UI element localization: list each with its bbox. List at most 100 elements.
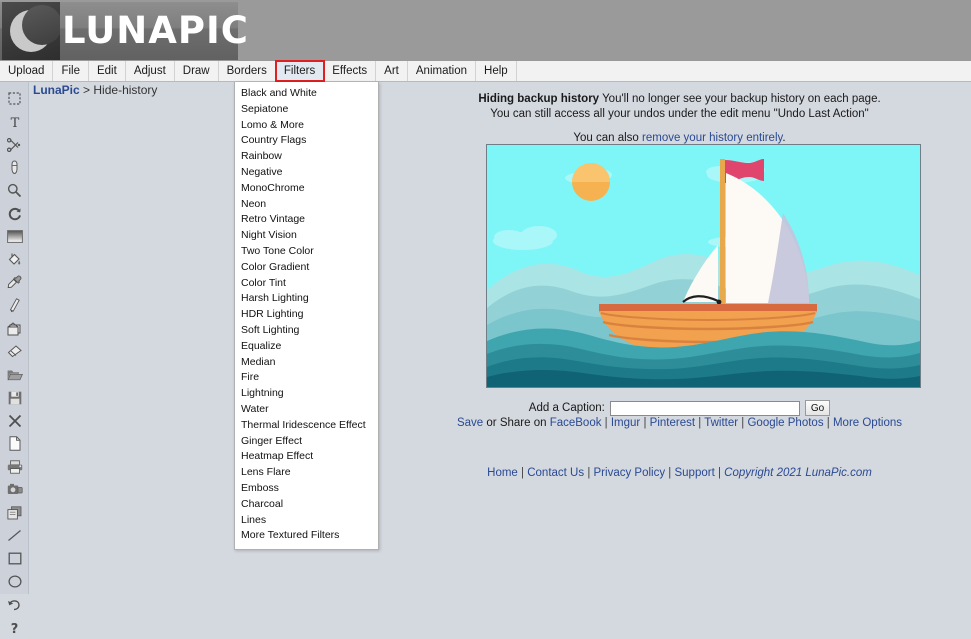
menu-item-animation[interactable]: Animation — [408, 61, 476, 81]
caption-label: Add a Caption: — [529, 402, 605, 414]
menu-item-upload[interactable]: Upload — [0, 61, 53, 81]
logo-banner[interactable]: LUNAPIC — [0, 2, 238, 60]
filters-menu-item-lomo-and-more[interactable]: Lomo & More — [235, 118, 378, 134]
filters-menu-item-more-textured-filters[interactable]: More Textured Filters — [235, 528, 378, 544]
filters-menu-item-thermal-iridescence-effect[interactable]: Thermal Iridescence Effect — [235, 418, 378, 434]
scissors-icon[interactable] — [0, 133, 29, 156]
paint-bucket-icon[interactable] — [0, 248, 29, 271]
filters-menu-item-retro-vintage[interactable]: Retro Vintage — [235, 212, 378, 228]
breadcrumb-separator: > — [83, 83, 90, 97]
share-more-options-link[interactable]: More Options — [833, 417, 902, 429]
menu-item-adjust[interactable]: Adjust — [126, 61, 175, 81]
crescent-moon-icon — [2, 2, 60, 60]
notice-line1-rest: You'll no longer see your backup history… — [599, 93, 881, 105]
svg-text:T: T — [10, 116, 19, 129]
filters-menu-item-harsh-lighting[interactable]: Harsh Lighting — [235, 291, 378, 307]
share-pinterest-link[interactable]: Pinterest — [650, 417, 695, 429]
line-tool-icon[interactable] — [0, 524, 29, 547]
image-canvas[interactable] — [486, 144, 921, 388]
remove-history-notice: You can also remove your history entirel… — [388, 132, 971, 144]
filters-menu-item-median[interactable]: Median — [235, 355, 378, 371]
footer-contact-us-link[interactable]: Contact Us — [527, 467, 584, 479]
rotate-icon[interactable] — [0, 202, 29, 225]
share-row: Save or Share on FaceBook | Imgur | Pint… — [388, 417, 971, 429]
rectangle-tool-icon[interactable] — [0, 547, 29, 570]
filters-menu-item-negative[interactable]: Negative — [235, 165, 378, 181]
svg-text:?: ? — [11, 622, 19, 635]
brush-icon[interactable] — [0, 156, 29, 179]
share-middle-text: or Share on — [483, 417, 549, 429]
footer-row: Home | Contact Us | Privacy Policy | Sup… — [388, 467, 971, 479]
pencil-icon[interactable] — [0, 294, 29, 317]
menu-item-help[interactable]: Help — [476, 61, 517, 81]
caption-go-button[interactable]: Go — [805, 400, 830, 416]
filters-menu-item-lens-flare[interactable]: Lens Flare — [235, 465, 378, 481]
menu-item-draw[interactable]: Draw — [175, 61, 219, 81]
caption-input[interactable] — [610, 401, 800, 416]
filters-menu-item-sepiatone[interactable]: Sepiatone — [235, 102, 378, 118]
filters-menu-item-heatmap-effect[interactable]: Heatmap Effect — [235, 449, 378, 465]
filters-menu-item-rainbow[interactable]: Rainbow — [235, 149, 378, 165]
ellipse-tool-icon[interactable] — [0, 570, 29, 593]
save-floppy-icon[interactable] — [0, 386, 29, 409]
help-question-icon[interactable]: ? — [0, 616, 29, 639]
filters-menu-item-soft-lighting[interactable]: Soft Lighting — [235, 323, 378, 339]
camera-icon[interactable] — [0, 478, 29, 501]
main-content: Hiding backup history You'll no longer s… — [388, 82, 971, 594]
text-tool-icon[interactable]: T — [0, 110, 29, 133]
footer-home-link[interactable]: Home — [487, 467, 518, 479]
eraser-icon[interactable] — [0, 340, 29, 363]
open-folder-icon[interactable] — [0, 363, 29, 386]
footer-support-link[interactable]: Support — [674, 467, 714, 479]
share-twitter-link[interactable]: Twitter — [704, 417, 738, 429]
remove-history-link[interactable]: remove your history entirely — [642, 132, 782, 144]
filters-menu-item-monochrome[interactable]: MonoChrome — [235, 181, 378, 197]
share-google-photos-link[interactable]: Google Photos — [747, 417, 823, 429]
filters-menu-item-country-flags[interactable]: Country Flags — [235, 133, 378, 149]
magnifier-icon[interactable] — [0, 179, 29, 202]
filters-menu-item-two-tone-color[interactable]: Two Tone Color — [235, 244, 378, 260]
menu-item-effects[interactable]: Effects — [324, 61, 376, 81]
menu-item-edit[interactable]: Edit — [89, 61, 126, 81]
filters-menu-item-night-vision[interactable]: Night Vision — [235, 228, 378, 244]
footer-privacy-policy-link[interactable]: Privacy Policy — [594, 467, 666, 479]
filters-menu-item-lines[interactable]: Lines — [235, 513, 378, 529]
menu-item-filters[interactable]: Filters — [276, 61, 324, 81]
remove-history-prefix: You can also — [573, 132, 642, 144]
stamp-icon[interactable] — [0, 317, 29, 340]
logo-wordmark: LUNAPIC — [62, 9, 249, 53]
filters-menu-item-charcoal[interactable]: Charcoal — [235, 497, 378, 513]
filters-menu-item-hdr-lighting[interactable]: HDR Lighting — [235, 307, 378, 323]
breadcrumb: LunaPic > Hide-history — [33, 82, 157, 98]
save-link[interactable]: Save — [457, 417, 483, 429]
new-document-icon[interactable] — [0, 432, 29, 455]
menu-item-file[interactable]: File — [53, 61, 89, 81]
close-x-icon[interactable] — [0, 409, 29, 432]
menubar-filler — [517, 61, 971, 81]
share-imgur-link[interactable]: Imgur — [611, 417, 640, 429]
notice-bold-lead: Hiding backup history — [478, 93, 599, 105]
eyedropper-icon[interactable] — [0, 271, 29, 294]
filters-menu-item-lightning[interactable]: Lightning — [235, 386, 378, 402]
filters-menu-item-color-tint[interactable]: Color Tint — [235, 276, 378, 292]
filters-menu-item-black-and-white[interactable]: Black and White — [235, 86, 378, 102]
undo-icon[interactable] — [0, 593, 29, 616]
breadcrumb-root-link[interactable]: LunaPic — [33, 83, 80, 97]
filters-menu-item-ginger-effect[interactable]: Ginger Effect — [235, 434, 378, 450]
filters-menu-item-water[interactable]: Water — [235, 402, 378, 418]
filters-menu-item-equalize[interactable]: Equalize — [235, 339, 378, 355]
filters-menu-item-fire[interactable]: Fire — [235, 370, 378, 386]
copy-icon[interactable] — [0, 501, 29, 524]
site-header: LUNAPIC — [0, 0, 971, 61]
menu-item-borders[interactable]: Borders — [219, 61, 276, 81]
filters-menu-item-emboss[interactable]: Emboss — [235, 481, 378, 497]
marquee-select-icon[interactable] — [0, 87, 29, 110]
gradient-icon[interactable] — [0, 225, 29, 248]
caption-row: Add a Caption: Go — [388, 400, 971, 416]
filters-menu-item-neon[interactable]: Neon — [235, 197, 378, 213]
menu-item-art[interactable]: Art — [376, 61, 408, 81]
filters-menu-item-color-gradient[interactable]: Color Gradient — [235, 260, 378, 276]
share-facebook-link[interactable]: FaceBook — [550, 417, 602, 429]
printer-icon[interactable] — [0, 455, 29, 478]
hide-history-notice: Hiding backup history You'll no longer s… — [388, 92, 971, 122]
